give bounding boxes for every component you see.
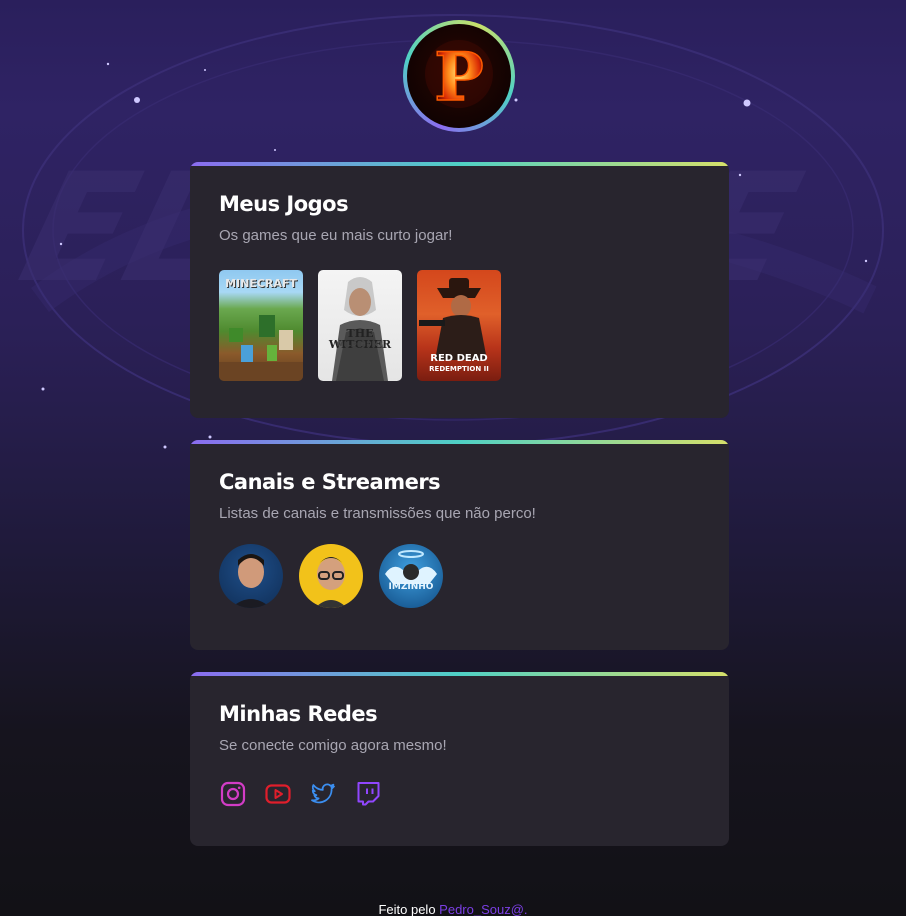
- twitch-icon[interactable]: [355, 781, 381, 807]
- game-card-minecraft[interactable]: MINECRAFT: [219, 270, 303, 381]
- youtube-icon[interactable]: [265, 781, 291, 807]
- socials-card: Minhas Redes Se conecte comigo agora mes…: [190, 672, 729, 846]
- minecraft-scene-icon: [219, 315, 303, 381]
- logo-letter: P: [434, 38, 484, 116]
- game-card-witcher[interactable]: THE WITCHER WILD HUNT: [318, 270, 402, 381]
- streamers-title: Canais e Streamers: [219, 470, 441, 494]
- game-title: RED DEAD: [430, 353, 488, 364]
- games-title: Meus Jogos: [219, 192, 349, 216]
- footer-prefix: Feito pelo: [378, 902, 436, 916]
- instagram-icon[interactable]: [220, 781, 246, 807]
- streamers-list: IMZINHO: [219, 544, 443, 608]
- streamer-avatar[interactable]: [299, 544, 363, 608]
- streamer-label: IMZINHO: [388, 582, 434, 592]
- game-subtitle: REDEMPTION II: [429, 365, 489, 373]
- footer: Feito pelo Pedro_Souz@.: [0, 902, 906, 916]
- games-list: MINECRAFT THE WITCHER WILD HUNT RED DEAD…: [219, 270, 501, 381]
- witcher-character-icon: [332, 277, 388, 381]
- games-card: Meus Jogos Os games que eu mais curto jo…: [190, 162, 729, 418]
- streamer-avatar[interactable]: IMZINHO: [379, 544, 443, 608]
- footer-author-link[interactable]: Pedro_Souz@.: [439, 902, 527, 916]
- profile-avatar: P: [403, 20, 515, 132]
- streamer-avatar[interactable]: [219, 544, 283, 608]
- games-subtitle: Os games que eu mais curto jogar!: [219, 227, 453, 244]
- streamers-card: Canais e Streamers Listas de canais e tr…: [190, 440, 729, 650]
- social-links: [220, 781, 381, 807]
- profile-logo: P: [407, 24, 511, 128]
- game-card-red-dead[interactable]: RED DEAD REDEMPTION II: [417, 270, 501, 381]
- twitter-icon[interactable]: [310, 781, 336, 807]
- socials-subtitle: Se conecte comigo agora mesmo!: [219, 737, 447, 754]
- game-subtitle: WILD HUNT: [336, 341, 384, 348]
- streamer-logo-icon: [385, 550, 437, 584]
- streamer-memoji-icon: [315, 557, 347, 608]
- socials-title: Minhas Redes: [219, 702, 378, 726]
- streamers-subtitle: Listas de canais e transmissões que não …: [219, 505, 536, 522]
- game-title: MINECRAFT: [225, 277, 297, 290]
- streamer-face-icon: [231, 554, 271, 608]
